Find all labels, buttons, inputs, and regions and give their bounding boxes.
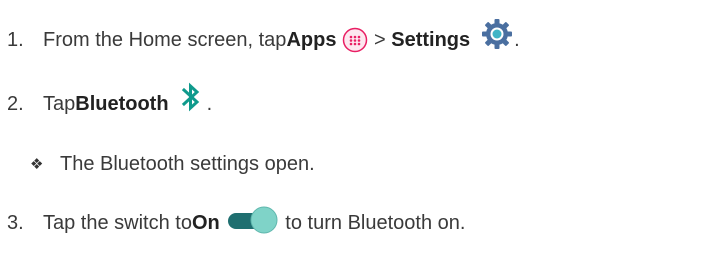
step-text: From the Home screen, tap (43, 28, 287, 51)
on-label: On (191, 211, 220, 234)
settings-label: Settings (391, 28, 471, 51)
step-end: . (514, 28, 520, 51)
toggle-switch-on-icon (226, 205, 280, 235)
step-text: Tap (43, 92, 76, 115)
step-number: 3. (7, 211, 24, 234)
step-number: 2. (7, 92, 24, 115)
note-line: ❖ The Bluetooth settings open. (0, 142, 315, 186)
step-end: . (206, 92, 213, 115)
bluetooth-label: Bluetooth (75, 92, 169, 115)
note-text: The Bluetooth settings open. (60, 152, 315, 175)
settings-gear-icon (480, 17, 514, 51)
step-text: Tap the switch to (43, 211, 192, 234)
apps-icon (342, 27, 368, 53)
apps-label: Apps (286, 28, 337, 51)
step-text-end: to turn Bluetooth on. (279, 211, 466, 234)
bluetooth-icon (181, 82, 201, 112)
step-number: 1. (7, 28, 24, 51)
separator: > (368, 28, 392, 51)
step-2: 2. Tap Bluetooth . (0, 82, 212, 126)
step-3: 3. Tap the switch to On to turn Bluetoot… (0, 201, 465, 245)
diamond-bullet-icon: ❖ (30, 156, 44, 173)
step-1: 1. From the Home screen, tap Apps > Sett… (0, 18, 520, 62)
